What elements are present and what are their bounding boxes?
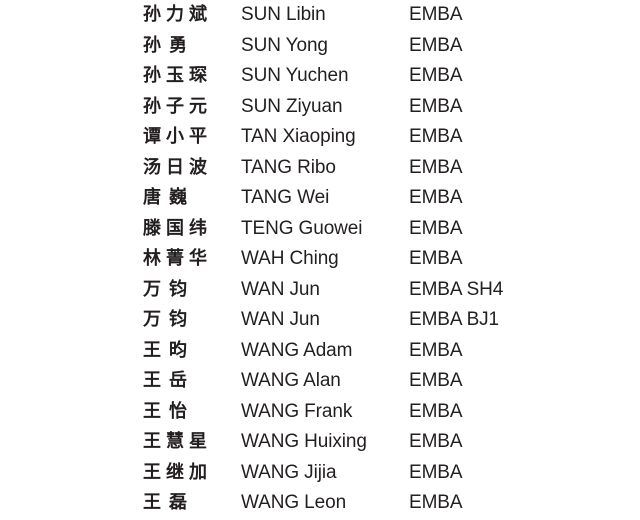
program-label: EMBA BJ1: [409, 309, 500, 330]
roster-row: 万钧 WAN Jun EMBA SH4: [0, 275, 640, 306]
roster-row: 王岳 WANG Alan EMBA: [0, 366, 640, 397]
roster-row: 孙勇 SUN Yong EMBA: [0, 31, 640, 62]
english-name: TANG Ribo: [241, 156, 336, 178]
program-label: EMBA: [409, 126, 463, 147]
chinese-name: 王怡: [143, 400, 187, 422]
english-name: TENG Guowei: [241, 217, 363, 239]
chinese-name: 万钧: [143, 278, 187, 300]
roster-row: 孙玉琛 SUN Yuchen EMBA: [0, 61, 640, 92]
chinese-name: 王岳: [143, 370, 187, 391]
chinese-name: 孙玉琛: [143, 65, 207, 86]
name-roster: 孙力斌 SUN Libin EMBA 孙勇 SUN Yong EMBA 孙玉琛 …: [0, 0, 640, 520]
roster-row: 孙子元 SUN Ziyuan EMBA: [0, 92, 640, 123]
chinese-name: 王磊: [143, 492, 187, 513]
chinese-name: 孙勇: [143, 34, 187, 56]
chinese-name: 林菁华: [143, 248, 207, 269]
english-name: SUN Ziyuan: [241, 95, 343, 117]
roster-row: 王磊 WANG Leon EMBA: [0, 488, 640, 519]
roster-row: 万钧 WAN Jun EMBA BJ1: [0, 305, 640, 336]
program-label: EMBA: [409, 65, 463, 86]
roster-row: 唐巍 TANG Wei EMBA: [0, 183, 640, 214]
program-label: EMBA: [409, 400, 463, 422]
program-label: EMBA: [409, 95, 463, 117]
program-label: EMBA: [409, 217, 463, 239]
english-name: WANG Alan: [241, 370, 341, 391]
english-name: WANG Frank: [241, 400, 353, 422]
english-name: WAH Ching: [241, 248, 339, 269]
chinese-name: 滕国纬: [143, 217, 207, 239]
program-label: EMBA: [409, 492, 463, 513]
english-name: WANG Jijia: [241, 461, 337, 483]
roster-row: 王继加 WANG Jijia EMBA: [0, 458, 640, 489]
chinese-name: 孙子元: [143, 95, 207, 117]
english-name: WANG Leon: [241, 492, 347, 513]
english-name: TANG Wei: [241, 187, 330, 208]
roster-row: 汤日波 TANG Ribo EMBA: [0, 153, 640, 184]
chinese-name: 谭小平: [143, 126, 207, 147]
roster-row: 滕国纬 TENG Guowei EMBA: [0, 214, 640, 245]
program-label: EMBA: [409, 248, 463, 269]
english-name: SUN Libin: [241, 4, 326, 25]
program-label: EMBA: [409, 34, 463, 56]
roster-row: 王怡 WANG Frank EMBA: [0, 397, 640, 428]
roster-row: 谭小平 TAN Xiaoping EMBA: [0, 122, 640, 153]
english-name: WANG Adam: [241, 339, 353, 361]
program-label: EMBA: [409, 156, 463, 178]
chinese-name: 王昀: [143, 339, 187, 361]
english-name: WANG Huixing: [241, 431, 367, 452]
program-label: EMBA: [409, 370, 463, 391]
roster-row: 林菁华 WAH Ching EMBA: [0, 244, 640, 275]
chinese-name: 王慧星: [143, 431, 207, 452]
roster-row: 王昀 WANG Adam EMBA: [0, 336, 640, 367]
program-label: EMBA: [409, 339, 463, 361]
program-label: EMBA SH4: [409, 278, 504, 300]
chinese-name: 唐巍: [143, 187, 187, 208]
chinese-name: 汤日波: [143, 156, 207, 178]
english-name: WAN Jun: [241, 309, 320, 330]
english-name: TAN Xiaoping: [241, 126, 356, 147]
english-name: WAN Jun: [241, 278, 320, 300]
roster-row: 孙力斌 SUN Libin EMBA: [0, 0, 640, 31]
english-name: SUN Yong: [241, 34, 328, 56]
program-label: EMBA: [409, 187, 463, 208]
chinese-name: 王继加: [143, 461, 207, 483]
program-label: EMBA: [409, 461, 463, 483]
roster-row: 王慧星 WANG Huixing EMBA: [0, 427, 640, 458]
english-name: SUN Yuchen: [241, 65, 349, 86]
program-label: EMBA: [409, 431, 463, 452]
chinese-name: 孙力斌: [143, 4, 207, 25]
program-label: EMBA: [409, 4, 463, 25]
chinese-name: 万钧: [143, 309, 187, 330]
